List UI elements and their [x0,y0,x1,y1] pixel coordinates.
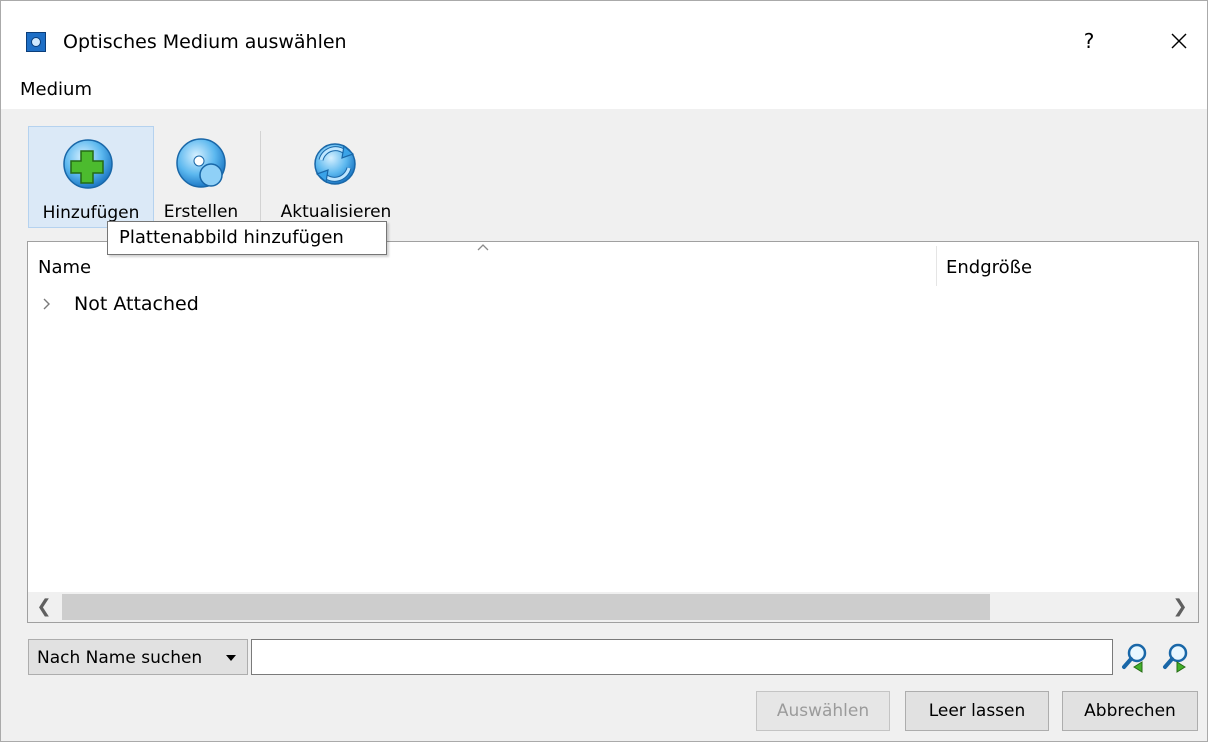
refresh-button[interactable]: Aktualisieren [271,126,401,228]
create-disk-icon [176,138,226,188]
column-header-size[interactable]: Endgröße [946,257,1032,279]
dialog-window: Optisches Medium auswählen ? Medium Hinz… [0,0,1208,742]
refresh-button-label: Aktualisieren [280,202,392,222]
sort-ascending-icon [477,244,489,251]
menu-bar: Medium [1,69,1207,109]
scroll-left-icon[interactable]: ❮ [30,592,58,622]
close-icon [1171,33,1187,49]
column-divider[interactable] [936,246,937,286]
virtualbox-icon [26,32,46,52]
title-bar: Optisches Medium auswählen ? [1,1,1207,69]
menu-medium[interactable]: Medium [20,79,92,101]
search-next-button[interactable] [1161,641,1191,673]
chevron-right-icon[interactable] [40,294,54,314]
search-type-dropdown[interactable]: Nach Name suchen [28,639,248,675]
create-button[interactable]: Erstellen [158,126,244,228]
scroll-right-icon[interactable]: ❯ [1166,592,1194,622]
column-header-name[interactable]: Name [38,257,91,279]
window-title: Optisches Medium auswählen [63,31,347,53]
search-type-label: Nach Name suchen [37,648,203,668]
search-input[interactable] [251,639,1113,675]
dropdown-arrow-icon [226,655,236,661]
cancel-button[interactable]: Abbrechen [1062,691,1198,731]
add-button[interactable]: Hinzufügen [28,126,154,228]
help-button[interactable]: ? [1071,23,1107,59]
leave-empty-button[interactable]: Leer lassen [905,691,1049,731]
tooltip: Plattenabbild hinzufügen [107,221,387,255]
select-button[interactable]: Auswählen [756,691,890,731]
toolbar: Hinzufügen Erstellen Aktualisieren [1,109,1207,233]
scrollbar-thumb[interactable] [62,594,990,620]
refresh-icon [314,143,356,185]
close-button[interactable] [1161,23,1197,59]
create-button-label: Erstellen [163,202,239,222]
add-disk-icon [63,139,113,189]
search-previous-button[interactable] [1120,641,1150,673]
toolbar-separator [260,131,261,223]
search-next-icon [1163,643,1188,673]
horizontal-scrollbar[interactable]: ❮ ❯ [28,592,1198,622]
tree-row-label: Not Attached [74,293,199,315]
search-previous-icon [1122,643,1147,673]
tree-row[interactable]: Not Attached [28,290,1198,318]
medium-tree[interactable]: Name Endgröße Not Attached ❮ ❯ [27,241,1199,623]
